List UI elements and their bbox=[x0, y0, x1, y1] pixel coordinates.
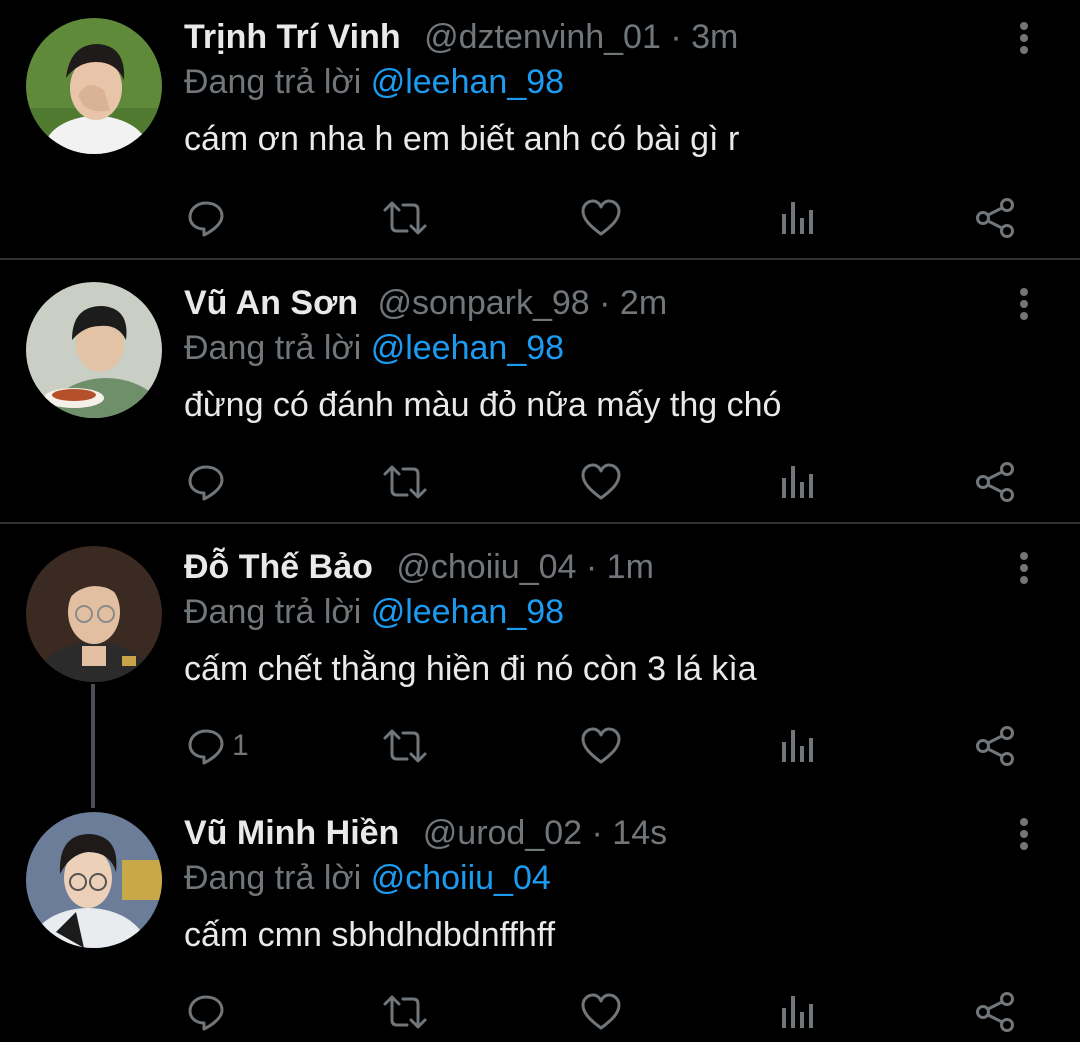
share-icon bbox=[976, 992, 1014, 1032]
tweet-text: cấm cmn sbhdhdbdnffhff bbox=[184, 916, 556, 954]
share-icon bbox=[976, 198, 1014, 238]
mention-link[interactable]: @leehan_98 bbox=[371, 329, 564, 367]
tweet-text: cám ơn nha h em biết anh có bài gì r bbox=[184, 120, 740, 158]
divider bbox=[0, 522, 1080, 524]
tweet-actions bbox=[0, 988, 1080, 1036]
tweet-actions bbox=[0, 194, 1080, 242]
retweet-icon bbox=[383, 465, 427, 499]
display-name[interactable]: Đỗ Thế Bảo bbox=[184, 548, 373, 586]
more-vertical-icon[interactable] bbox=[1010, 548, 1038, 588]
display-name[interactable]: Vũ An Sơn bbox=[184, 284, 358, 322]
retweet-button[interactable] bbox=[382, 458, 428, 506]
reply-count: 1 bbox=[232, 729, 249, 762]
display-name[interactable]: Vũ Minh Hiền bbox=[184, 814, 399, 852]
tweet[interactable]: Vũ An Sơn @sonpark_98 · 2m Đang trả lời … bbox=[0, 282, 1080, 512]
username[interactable]: @sonpark_98 bbox=[377, 284, 589, 322]
replying-to: Đang trả lời @leehan_98 bbox=[184, 591, 564, 633]
separator-dot: · bbox=[576, 548, 607, 586]
analytics-button[interactable] bbox=[780, 722, 814, 770]
replying-to-label: Đang trả lời bbox=[184, 593, 371, 631]
separator-dot: · bbox=[660, 18, 692, 56]
username[interactable]: @dztenvinh_01 bbox=[424, 18, 661, 56]
avatar[interactable] bbox=[26, 812, 162, 948]
reply-icon bbox=[188, 995, 224, 1031]
heart-icon bbox=[581, 199, 621, 236]
avatar[interactable] bbox=[26, 282, 162, 418]
share-button[interactable] bbox=[974, 194, 1016, 242]
replying-to: Đang trả lời @leehan_98 bbox=[184, 327, 564, 369]
timestamp[interactable]: 1m bbox=[607, 548, 654, 586]
like-button[interactable] bbox=[580, 458, 622, 506]
replying-to-label: Đang trả lời bbox=[184, 859, 371, 897]
retweet-icon bbox=[383, 201, 427, 235]
analytics-button[interactable] bbox=[780, 988, 814, 1036]
reply-icon bbox=[188, 201, 224, 237]
tweet[interactable]: Trịnh Trí Vinh @dztenvinh_01 · 3m Đang t… bbox=[0, 16, 1080, 246]
like-button[interactable] bbox=[580, 722, 622, 770]
heart-icon bbox=[581, 463, 621, 500]
timestamp[interactable]: 2m bbox=[620, 284, 667, 322]
heart-icon bbox=[581, 727, 621, 764]
analytics-icon bbox=[782, 466, 813, 498]
replying-to: Đang trả lời @choiiu_04 bbox=[184, 857, 551, 899]
reply-button[interactable]: 1 bbox=[186, 722, 249, 770]
tweet-text: cấm chết thằng hiền đi nó còn 3 lá kìa bbox=[184, 650, 757, 688]
like-button[interactable] bbox=[580, 194, 622, 242]
mention-link[interactable]: @choiiu_04 bbox=[371, 859, 551, 897]
tweet-header: Trịnh Trí Vinh @dztenvinh_01 · 3m bbox=[184, 16, 738, 58]
reply-button[interactable] bbox=[186, 194, 232, 242]
tweet-actions bbox=[0, 458, 1080, 506]
replying-to-label: Đang trả lời bbox=[184, 329, 371, 367]
mention-link[interactable]: @leehan_98 bbox=[371, 63, 564, 101]
retweet-button[interactable] bbox=[382, 722, 428, 770]
avatar[interactable] bbox=[26, 18, 162, 154]
tweet[interactable]: Vũ Minh Hiền @urod_02 · 14s Đang trả lời… bbox=[0, 812, 1080, 1042]
retweet-button[interactable] bbox=[382, 988, 428, 1036]
more-vertical-icon[interactable] bbox=[1010, 814, 1038, 854]
divider bbox=[0, 258, 1080, 260]
share-icon bbox=[976, 462, 1014, 502]
avatar[interactable] bbox=[26, 546, 162, 682]
tweet[interactable]: Đỗ Thế Bảo @choiiu_04 · 1m Đang trả lời … bbox=[0, 546, 1080, 776]
display-name[interactable]: Trịnh Trí Vinh bbox=[184, 18, 401, 56]
tweet-header: Đỗ Thế Bảo @choiiu_04 · 1m bbox=[184, 546, 654, 588]
like-button[interactable] bbox=[580, 988, 622, 1036]
username[interactable]: @urod_02 bbox=[423, 814, 582, 852]
share-button[interactable] bbox=[974, 988, 1016, 1036]
share-button[interactable] bbox=[974, 722, 1016, 770]
tweet-actions: 1 bbox=[0, 722, 1080, 770]
reply-icon bbox=[188, 729, 224, 765]
username[interactable]: @choiiu_04 bbox=[396, 548, 576, 586]
retweet-icon bbox=[383, 995, 427, 1029]
share-button[interactable] bbox=[974, 458, 1016, 506]
analytics-icon bbox=[782, 996, 813, 1028]
timestamp[interactable]: 14s bbox=[612, 814, 667, 852]
separator-dot: · bbox=[582, 814, 613, 852]
retweet-icon bbox=[383, 729, 427, 763]
analytics-icon bbox=[782, 730, 813, 762]
analytics-button[interactable] bbox=[780, 458, 814, 506]
analytics-button[interactable] bbox=[780, 194, 814, 242]
more-vertical-icon[interactable] bbox=[1010, 284, 1038, 324]
share-icon bbox=[976, 726, 1014, 766]
timestamp[interactable]: 3m bbox=[691, 18, 738, 56]
replying-to-label: Đang trả lời bbox=[184, 63, 371, 101]
separator-dot: · bbox=[589, 284, 620, 322]
heart-icon bbox=[581, 993, 621, 1030]
tweet-text: đừng có đánh màu đỏ nữa mấy thg chó bbox=[184, 386, 782, 424]
reply-button[interactable] bbox=[186, 458, 232, 506]
retweet-button[interactable] bbox=[382, 194, 428, 242]
mention-link[interactable]: @leehan_98 bbox=[371, 593, 564, 631]
tweet-header: Vũ Minh Hiền @urod_02 · 14s bbox=[184, 812, 667, 854]
more-vertical-icon[interactable] bbox=[1010, 18, 1038, 58]
replying-to: Đang trả lời @leehan_98 bbox=[184, 61, 564, 103]
reply-button[interactable] bbox=[186, 988, 232, 1036]
analytics-icon bbox=[782, 202, 813, 234]
tweet-header: Vũ An Sơn @sonpark_98 · 2m bbox=[184, 282, 667, 324]
reply-icon bbox=[188, 465, 224, 501]
